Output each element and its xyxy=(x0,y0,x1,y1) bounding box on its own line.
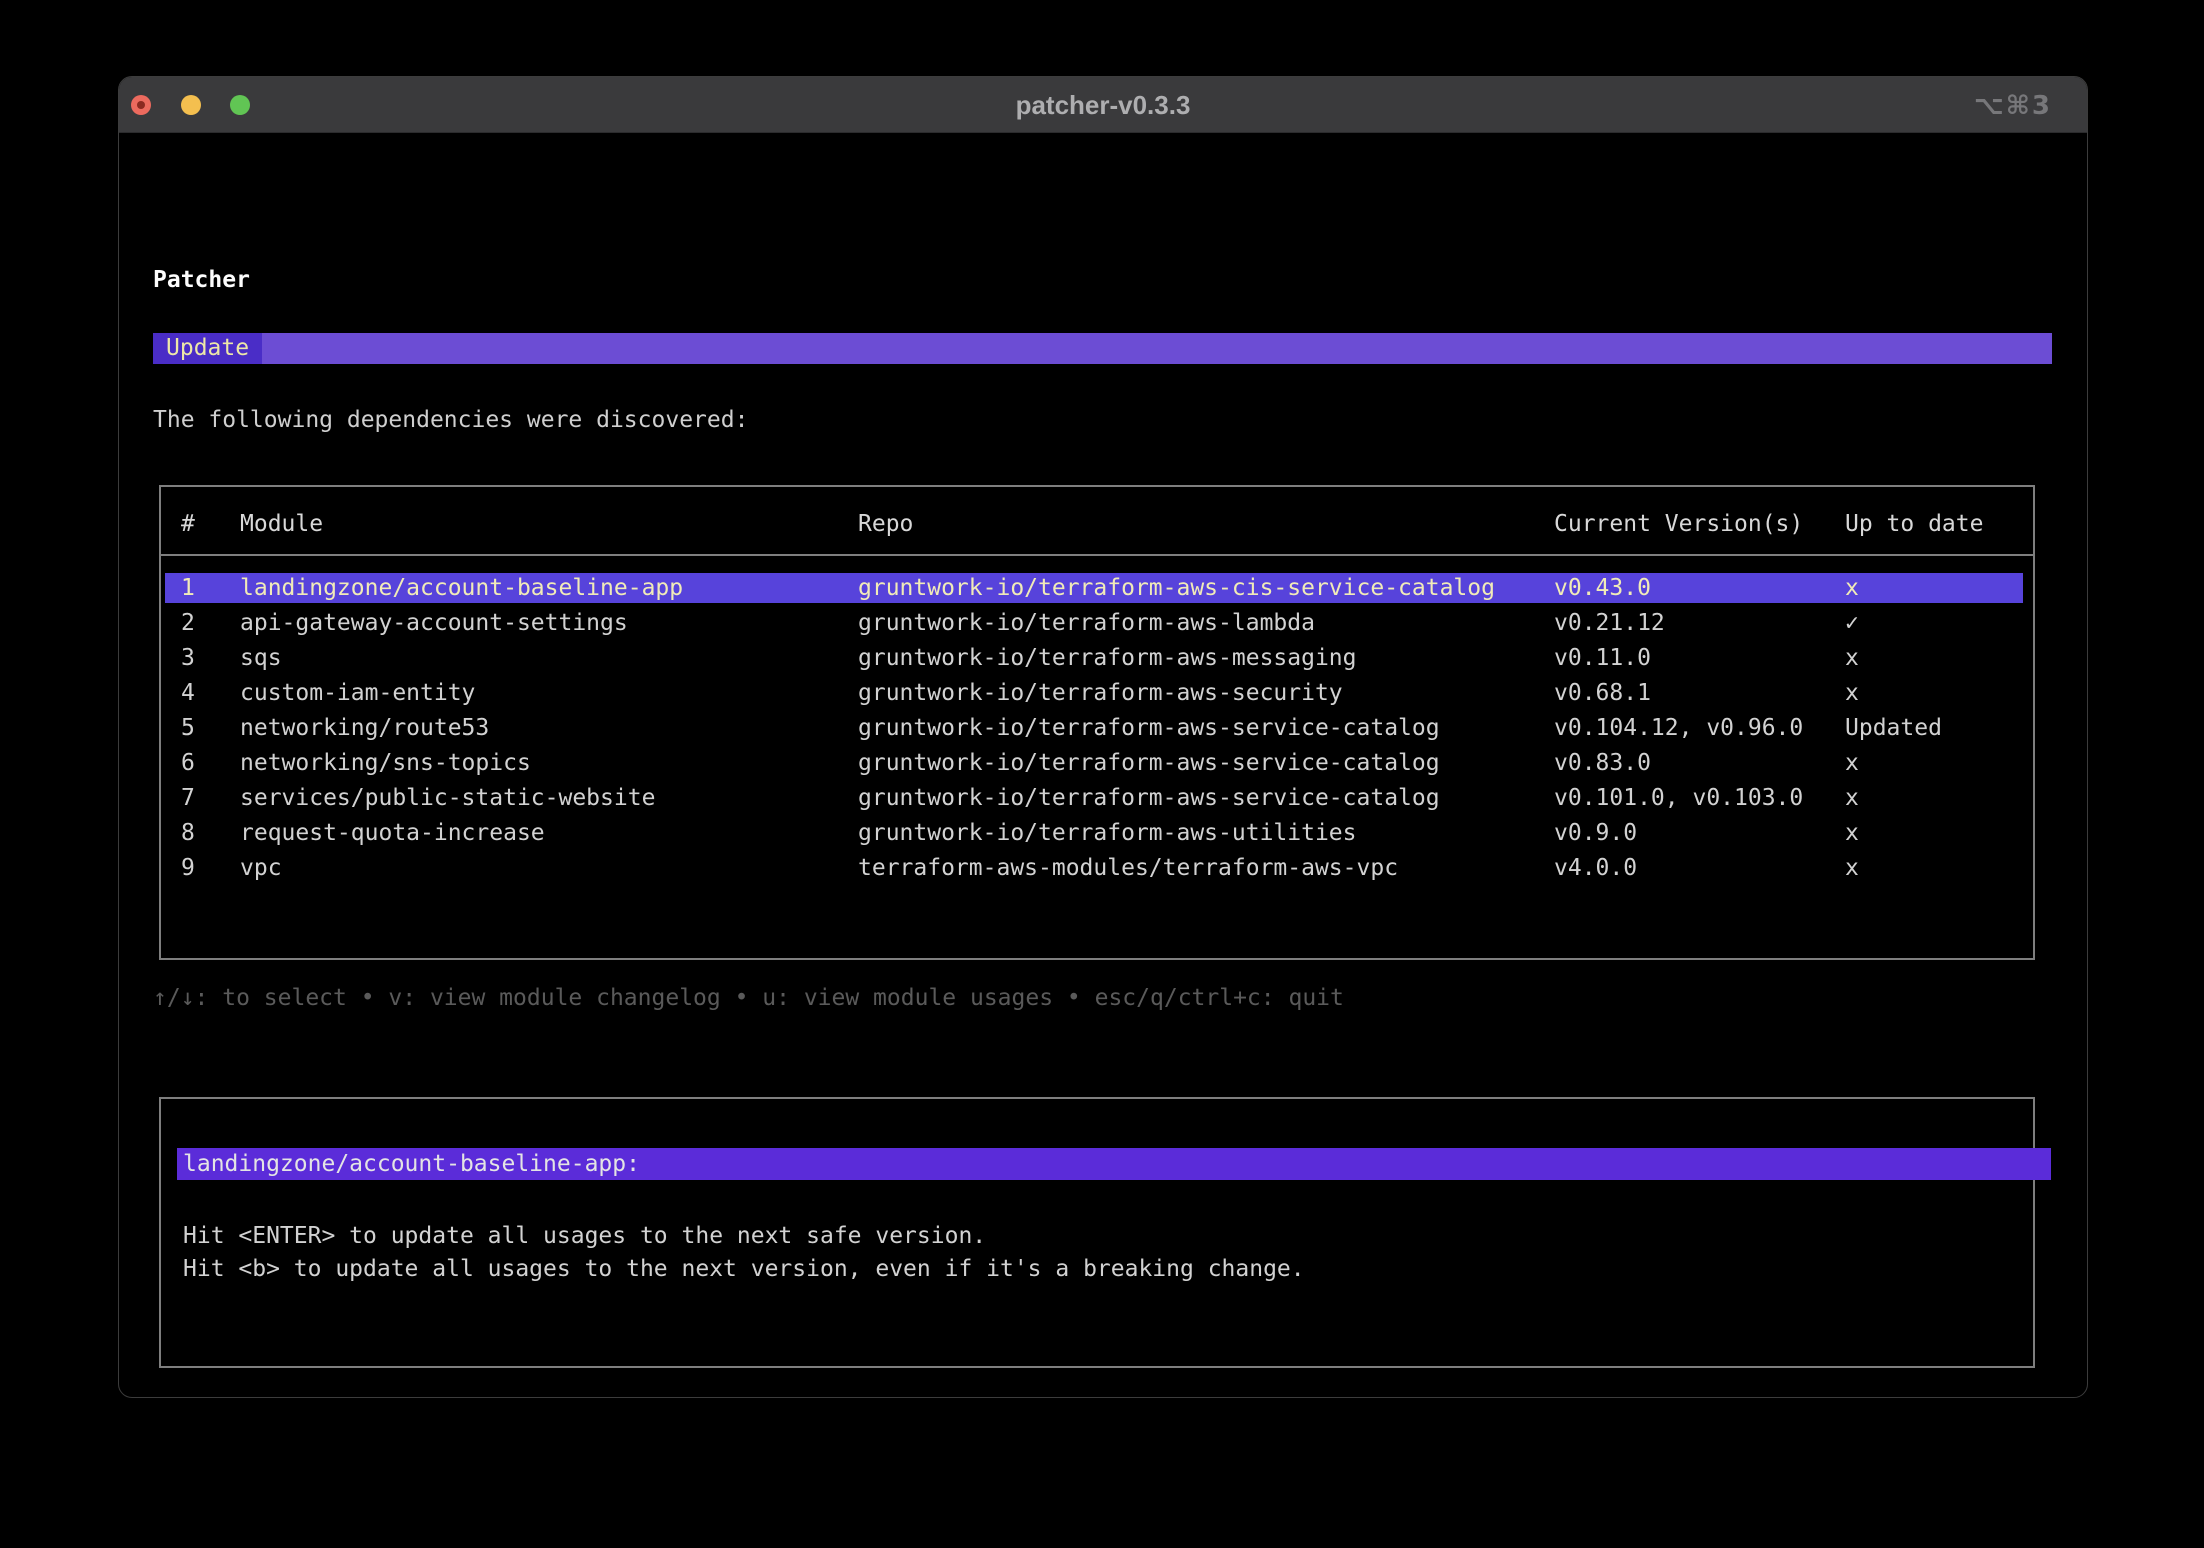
cell-num: 3 xyxy=(181,641,195,676)
cell-version: v0.11.0 xyxy=(1554,641,1651,676)
table-row[interactable]: 6 networking/sns-topics gruntwork-io/terra… xyxy=(161,746,2033,781)
cell-status: ✓ xyxy=(1845,606,1859,641)
cell-status: x xyxy=(1845,571,1859,606)
cell-status: Updated xyxy=(1845,711,1942,746)
cell-version: v0.9.0 xyxy=(1554,816,1637,851)
table-row[interactable]: 9 vpc terraform-aws-modules/terraform-aws-… xyxy=(161,851,2033,886)
column-header-number: # xyxy=(181,505,195,540)
cell-module: request-quota-increase xyxy=(240,816,545,851)
window-shortcut-badge: ⌥⌘3 xyxy=(1974,77,2052,133)
table-row[interactable]: 3 sqs gruntwork-io/terraform-aws-messaging… xyxy=(161,641,2033,676)
detail-instruction-enter: Hit <ENTER> to update all usages to the … xyxy=(183,1220,1305,1253)
cell-module: networking/sns-topics xyxy=(240,746,531,781)
cell-version: v0.104.12, v0.96.0 xyxy=(1554,711,1803,746)
cell-num: 8 xyxy=(181,816,195,851)
cell-version: v0.68.1 xyxy=(1554,676,1651,711)
cell-repo: gruntwork-io/terraform-aws-service-catal… xyxy=(858,746,1440,781)
cell-module: services/public-static-website xyxy=(240,781,655,816)
cell-repo: gruntwork-io/terraform-aws-messaging xyxy=(858,641,1357,676)
cell-num: 9 xyxy=(181,851,195,886)
cell-repo: gruntwork-io/terraform-aws-security xyxy=(858,676,1343,711)
cell-module: sqs xyxy=(240,641,282,676)
cell-num: 2 xyxy=(181,606,195,641)
table-header: # Module Repo Current Version(s) Up to d… xyxy=(161,505,2033,543)
column-header-current-version: Current Version(s) xyxy=(1554,505,1803,540)
table-row[interactable]: 1 landingzone/account-baseline-app gruntwo… xyxy=(161,571,2033,606)
cell-module: networking/route53 xyxy=(240,711,489,746)
cell-module: vpc xyxy=(240,851,282,886)
table-row[interactable]: 4 custom-iam-entity gruntwork-io/terraform… xyxy=(161,676,2033,711)
window-titlebar[interactable]: patcher-v0.3.3 ⌥⌘3 xyxy=(119,77,2087,133)
table-row[interactable]: 8 request-quota-increase gruntwork-io/terr… xyxy=(161,816,2033,851)
terminal-window: patcher-v0.3.3 ⌥⌘3 Patcher Update The fo… xyxy=(118,76,2088,1398)
detail-instructions: Hit <ENTER> to update all usages to the … xyxy=(183,1220,1305,1286)
cell-num: 1 xyxy=(181,571,195,606)
cell-repo: gruntwork-io/terraform-aws-service-catal… xyxy=(858,781,1440,816)
cell-status: x xyxy=(1845,781,1859,816)
column-header-up-to-date: Up to date xyxy=(1845,505,1983,540)
cell-num: 7 xyxy=(181,781,195,816)
column-header-repo: Repo xyxy=(858,505,913,540)
cell-repo: gruntwork-io/terraform-aws-lambda xyxy=(858,606,1315,641)
cell-version: v4.0.0 xyxy=(1554,851,1637,886)
cell-num: 5 xyxy=(181,711,195,746)
cell-module: custom-iam-entity xyxy=(240,676,475,711)
cell-repo: gruntwork-io/terraform-aws-service-catal… xyxy=(858,711,1440,746)
cell-status: x xyxy=(1845,851,1859,886)
app-heading: Patcher xyxy=(153,263,250,297)
table-row[interactable]: 2 api-gateway-account-settings gruntwork-i… xyxy=(161,606,2033,641)
column-header-module: Module xyxy=(240,505,323,540)
selected-module-bar: landingzone/account-baseline-app: xyxy=(177,1148,2051,1180)
table-row[interactable]: 5 networking/route53 gruntwork-io/terrafor… xyxy=(161,711,2033,746)
cell-version: v0.83.0 xyxy=(1554,746,1651,781)
cell-repo: gruntwork-io/terraform-aws-cis-service-c… xyxy=(858,571,1495,606)
cell-status: x xyxy=(1845,816,1859,851)
cell-status: x xyxy=(1845,746,1859,781)
help-bar: ↑/↓: to select • v: view module changelo… xyxy=(153,981,1344,1015)
window-title: patcher-v0.3.3 xyxy=(119,77,2087,133)
tab-update[interactable]: Update xyxy=(153,333,262,364)
tab-bar: Update xyxy=(153,333,2052,364)
detail-instruction-breaking: Hit <b> to update all usages to the next… xyxy=(183,1253,1305,1286)
terminal-content: Patcher Update The following dependencie… xyxy=(119,133,2087,1397)
dependencies-table: # Module Repo Current Version(s) Up to d… xyxy=(159,485,2035,960)
cell-num: 6 xyxy=(181,746,195,781)
intro-text: The following dependencies were discover… xyxy=(153,403,748,437)
cell-version: v0.43.0 xyxy=(1554,571,1651,606)
cell-version: v0.21.12 xyxy=(1554,606,1665,641)
detail-panel: landingzone/account-baseline-app: Hit <E… xyxy=(159,1097,2035,1368)
cell-module: landingzone/account-baseline-app xyxy=(240,571,683,606)
cell-repo: terraform-aws-modules/terraform-aws-vpc xyxy=(858,851,1398,886)
header-divider xyxy=(161,554,2033,556)
cell-version: v0.101.0, v0.103.0 xyxy=(1554,781,1803,816)
table-body: 1 landingzone/account-baseline-app gruntwo… xyxy=(161,571,2033,958)
cell-num: 4 xyxy=(181,676,195,711)
cell-module: api-gateway-account-settings xyxy=(240,606,628,641)
cell-status: x xyxy=(1845,641,1859,676)
table-row[interactable]: 7 services/public-static-website gruntwork… xyxy=(161,781,2033,816)
cell-repo: gruntwork-io/terraform-aws-utilities xyxy=(858,816,1357,851)
cell-status: x xyxy=(1845,676,1859,711)
